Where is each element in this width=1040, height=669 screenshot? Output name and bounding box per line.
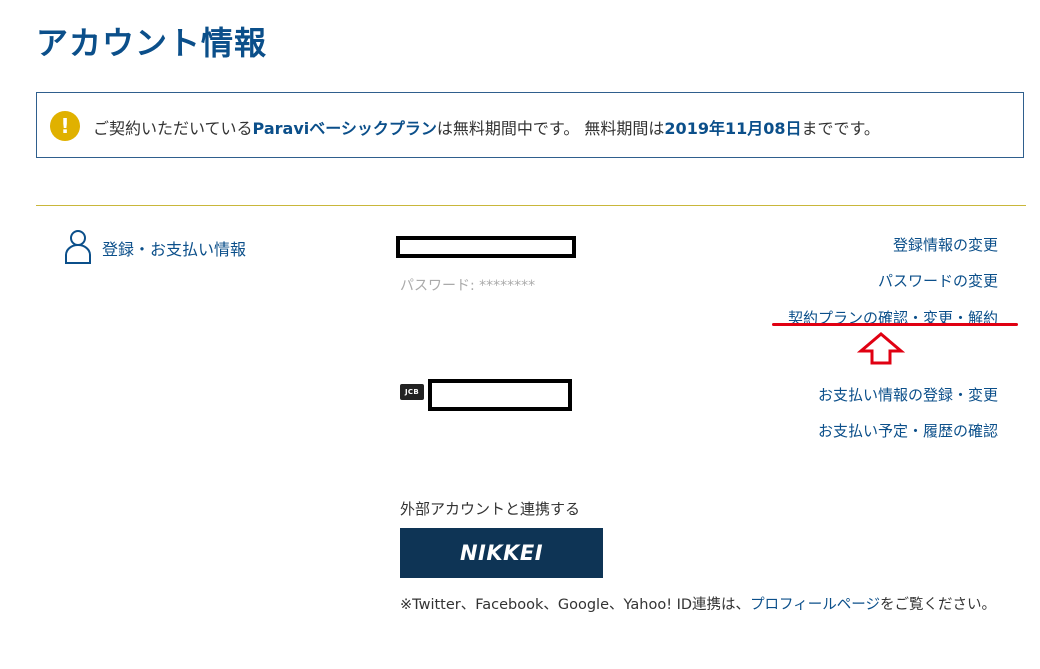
notice-text-part3: までです。 — [801, 119, 880, 138]
free-trial-notice: ! ご契約いただいているParaviベーシックプランは無料期間中です。 無料期間… — [36, 92, 1024, 158]
redacted-card-box — [428, 379, 572, 411]
redacted-email-box — [396, 236, 576, 258]
section-heading: 登録・お支払い情報 — [64, 228, 246, 264]
section-divider — [36, 205, 1026, 206]
password-label: パスワード: ******** — [400, 278, 536, 294]
payment-history-link[interactable]: お支払い予定・履歴の確認 — [818, 420, 998, 441]
edit-registration-link[interactable]: 登録情報の変更 — [893, 234, 998, 255]
annotation-up-arrow-icon — [857, 332, 905, 365]
social-note-before: ※Twitter、Facebook、Google、Yahoo! ID連携は、 — [400, 597, 751, 613]
notice-text-part1: ご契約いただいている — [93, 119, 253, 138]
social-link-note: ※Twitter、Facebook、Google、Yahoo! ID連携は、プロ… — [400, 594, 1010, 616]
profile-page-link[interactable]: プロフィールページ — [750, 597, 880, 613]
notice-text-part2: は無料期間中です。 無料期間は — [436, 119, 665, 138]
user-icon — [65, 230, 91, 264]
change-password-link[interactable]: パスワードの変更 — [878, 270, 998, 291]
jcb-card-icon: JCB — [400, 384, 424, 400]
annotation-underline — [772, 323, 1018, 326]
page-title: アカウント情報 — [36, 24, 268, 62]
external-account-label: 外部アカウントと連携する — [400, 500, 581, 518]
social-note-after: をご覧ください。 — [879, 597, 996, 613]
plan-name: Paraviベーシックプラン — [252, 119, 437, 138]
warning-icon: ! — [50, 111, 80, 141]
trial-end-date: 2019年11月08日 — [664, 119, 802, 138]
section-title: 登録・お支払い情報 — [102, 240, 247, 259]
notice-text: ご契約いただいているParaviベーシックプランは無料期間中です。 無料期間は2… — [93, 115, 880, 139]
nikkei-connect-button[interactable]: NIKKEI — [400, 528, 603, 578]
payment-info-link[interactable]: お支払い情報の登録・変更 — [818, 384, 998, 405]
